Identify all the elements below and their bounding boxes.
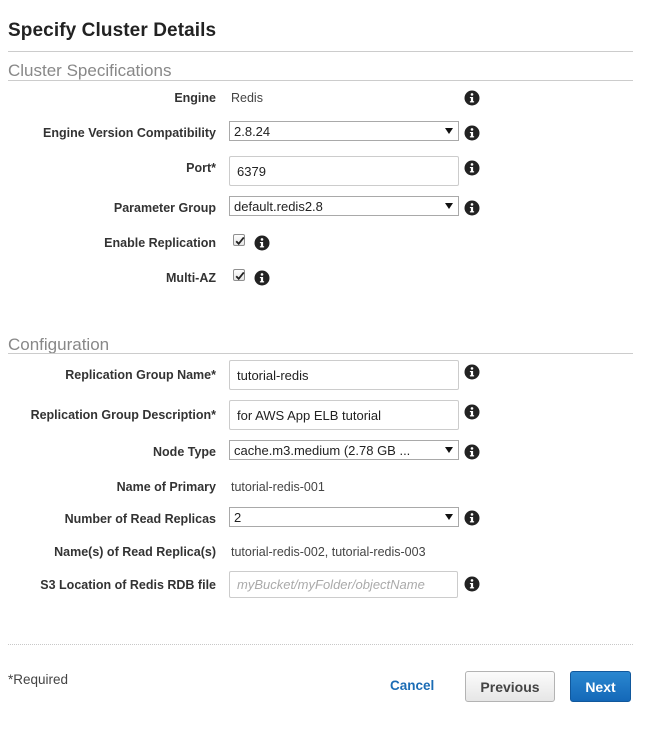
node-type-selected-value: cache.m3.medium (2.78 GB ... <box>234 442 411 458</box>
read-replica-names-value: tutorial-redis-002, tutorial-redis-003 <box>231 545 426 559</box>
caret-down-icon <box>445 447 453 453</box>
previous-button[interactable]: Previous <box>465 671 555 702</box>
name-of-primary-label: Name of Primary <box>116 480 216 494</box>
engine-version-select[interactable]: 2.8.24 <box>229 121 459 141</box>
info-icon[interactable] <box>464 125 480 141</box>
s3-location-input[interactable] <box>229 571 458 598</box>
caret-down-icon <box>445 203 453 209</box>
name-of-primary-row: Name of Primary tutorial-redis-001 <box>0 475 658 499</box>
info-icon[interactable] <box>464 200 480 216</box>
node-type-row: Node Type cache.m3.medium (2.78 GB ... <box>0 440 658 464</box>
s3-location-label: S3 Location of Redis RDB file <box>40 578 216 592</box>
node-type-select[interactable]: cache.m3.medium (2.78 GB ... <box>229 440 459 460</box>
multi-az-checkbox[interactable] <box>233 269 245 281</box>
engine-version-row: Engine Version Compatibility 2.8.24 <box>0 121 658 145</box>
number-of-read-replicas-label: Number of Read Replicas <box>64 512 216 526</box>
section-heading-configuration: Configuration <box>8 335 110 354</box>
info-icon[interactable] <box>464 364 480 380</box>
info-icon[interactable] <box>254 235 270 251</box>
number-of-read-replicas-row: Number of Read Replicas 2 <box>0 507 658 531</box>
parameter-group-selected-value: default.redis2.8 <box>234 198 323 214</box>
parameter-group-label: Parameter Group <box>113 201 216 215</box>
info-icon[interactable] <box>464 90 480 106</box>
next-button[interactable]: Next <box>570 671 631 702</box>
port-label: Port* <box>186 161 216 175</box>
replication-group-name-input[interactable] <box>229 360 459 390</box>
engine-value: Redis <box>231 91 263 105</box>
replication-group-description-row: Replication Group Description* <box>0 400 658 430</box>
enable-replication-row: Enable Replication <box>0 231 658 255</box>
page-title: Specify Cluster Details <box>8 20 217 41</box>
read-replica-names-label: Name(s) of Read Replica(s) <box>54 545 216 559</box>
info-icon[interactable] <box>464 576 480 592</box>
cancel-button[interactable]: Cancel <box>390 678 434 693</box>
info-icon[interactable] <box>464 160 480 176</box>
engine-label: Engine <box>174 91 216 105</box>
port-input[interactable] <box>229 156 459 186</box>
replication-group-name-label: Replication Group Name* <box>65 368 216 382</box>
read-replica-names-row: Name(s) of Read Replica(s) tutorial-redi… <box>0 540 658 564</box>
caret-down-icon <box>445 514 453 520</box>
section-heading-cluster-specifications: Cluster Specifications <box>8 61 172 80</box>
checkmark-icon <box>235 271 245 281</box>
section-divider-cluster-specifications <box>8 80 633 81</box>
multi-az-label: Multi-AZ <box>166 271 216 285</box>
replication-group-name-row: Replication Group Name* <box>0 360 658 390</box>
engine-version-selected-value: 2.8.24 <box>234 123 271 139</box>
replication-group-description-label: Replication Group Description* <box>30 408 216 422</box>
name-of-primary-value: tutorial-redis-001 <box>231 480 325 494</box>
replication-group-description-input[interactable] <box>229 400 459 430</box>
info-icon[interactable] <box>254 270 270 286</box>
engine-row: Engine Redis <box>0 86 658 110</box>
title-divider <box>8 51 633 52</box>
info-icon[interactable] <box>464 510 480 526</box>
number-of-read-replicas-selected-value: 2 <box>234 509 242 525</box>
enable-replication-checkbox[interactable] <box>233 234 245 246</box>
info-icon[interactable] <box>464 404 480 420</box>
s3-location-row: S3 Location of Redis RDB file <box>0 571 658 599</box>
info-icon[interactable] <box>464 444 480 460</box>
number-of-read-replicas-select[interactable]: 2 <box>229 507 459 527</box>
caret-down-icon <box>445 128 453 134</box>
required-note: *Required <box>8 672 69 687</box>
enable-replication-label: Enable Replication <box>104 236 216 250</box>
multi-az-row: Multi-AZ <box>0 266 658 290</box>
checkmark-icon <box>235 236 245 246</box>
node-type-label: Node Type <box>153 445 216 459</box>
parameter-group-row: Parameter Group default.redis2.8 <box>0 196 658 220</box>
footer-divider <box>8 644 633 645</box>
parameter-group-select[interactable]: default.redis2.8 <box>229 196 459 216</box>
section-divider-configuration <box>8 353 633 354</box>
engine-version-label: Engine Version Compatibility <box>43 126 216 140</box>
port-row: Port* <box>0 156 658 186</box>
